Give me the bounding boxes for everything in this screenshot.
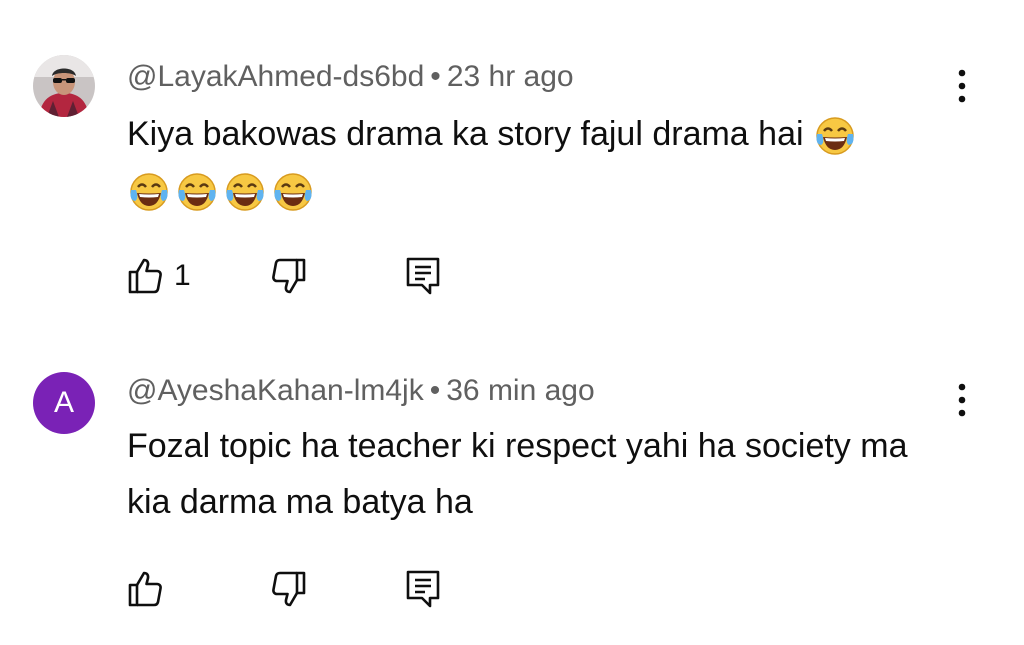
separator-dot: • [429, 374, 441, 407]
comment-meta: @AyeshaKahan-lm4jk • 36 min ago [127, 374, 595, 408]
like-button[interactable] [126, 567, 174, 611]
avatar[interactable]: A [33, 372, 95, 434]
dislike-button[interactable] [270, 254, 308, 298]
reply-button[interactable] [404, 254, 442, 298]
like-button[interactable]: 1 [126, 254, 191, 298]
avatar-photo [33, 55, 95, 117]
comment-actions [126, 567, 466, 611]
comment-item: A @AyeshaKahan-lm4jk • 36 min ago Fozal to… [0, 322, 1024, 645]
avatar[interactable] [33, 55, 95, 117]
comment-actions: 1 [126, 254, 466, 298]
more-options-button[interactable] [944, 378, 980, 422]
comment-text-content: Kiya bakowas drama ka story fajul drama … [127, 115, 804, 153]
avatar-letter: A [53, 386, 74, 419]
comment-meta: @LayakAhmed-ds6bd • 23 hr ago [127, 60, 574, 94]
dislike-button[interactable] [270, 567, 308, 611]
reply-button[interactable] [404, 567, 442, 611]
comment-item: @LayakAhmed-ds6bd • 23 hr ago Kiya bakowas… [0, 0, 1024, 322]
more-vert-icon [958, 69, 966, 103]
thumbs-up-icon [128, 258, 162, 294]
reply-comment-icon [406, 570, 440, 608]
reply-comment-icon [406, 257, 440, 295]
emoji-group [813, 114, 857, 158]
tears-of-joy-emoji-icon [130, 173, 168, 211]
comment-text: Kiya bakowas drama ka story fajul drama … [127, 106, 957, 218]
tears-of-joy-emoji-icon [226, 173, 264, 211]
thumbs-down-icon [272, 258, 306, 294]
more-vert-icon [958, 383, 966, 417]
thumbs-up-icon [128, 571, 162, 607]
thumbs-down-icon [272, 571, 306, 607]
tears-of-joy-emoji-icon [816, 117, 854, 155]
timestamp[interactable]: 36 min ago [446, 374, 594, 407]
emoji-group [127, 170, 315, 214]
tears-of-joy-emoji-icon [274, 173, 312, 211]
separator-dot: • [430, 60, 441, 93]
comment-text: Fozal topic ha teacher ki respect yahi h… [127, 418, 957, 530]
like-count: 1 [174, 259, 191, 292]
more-options-button[interactable] [944, 64, 980, 108]
author-name[interactable]: @LayakAhmed-ds6bd [127, 60, 424, 93]
tears-of-joy-emoji-icon [178, 173, 216, 211]
timestamp[interactable]: 23 hr ago [447, 60, 574, 93]
author-name[interactable]: @AyeshaKahan-lm4jk [127, 374, 424, 407]
comment-text-content: Fozal topic ha teacher ki respect yahi h… [127, 427, 908, 521]
